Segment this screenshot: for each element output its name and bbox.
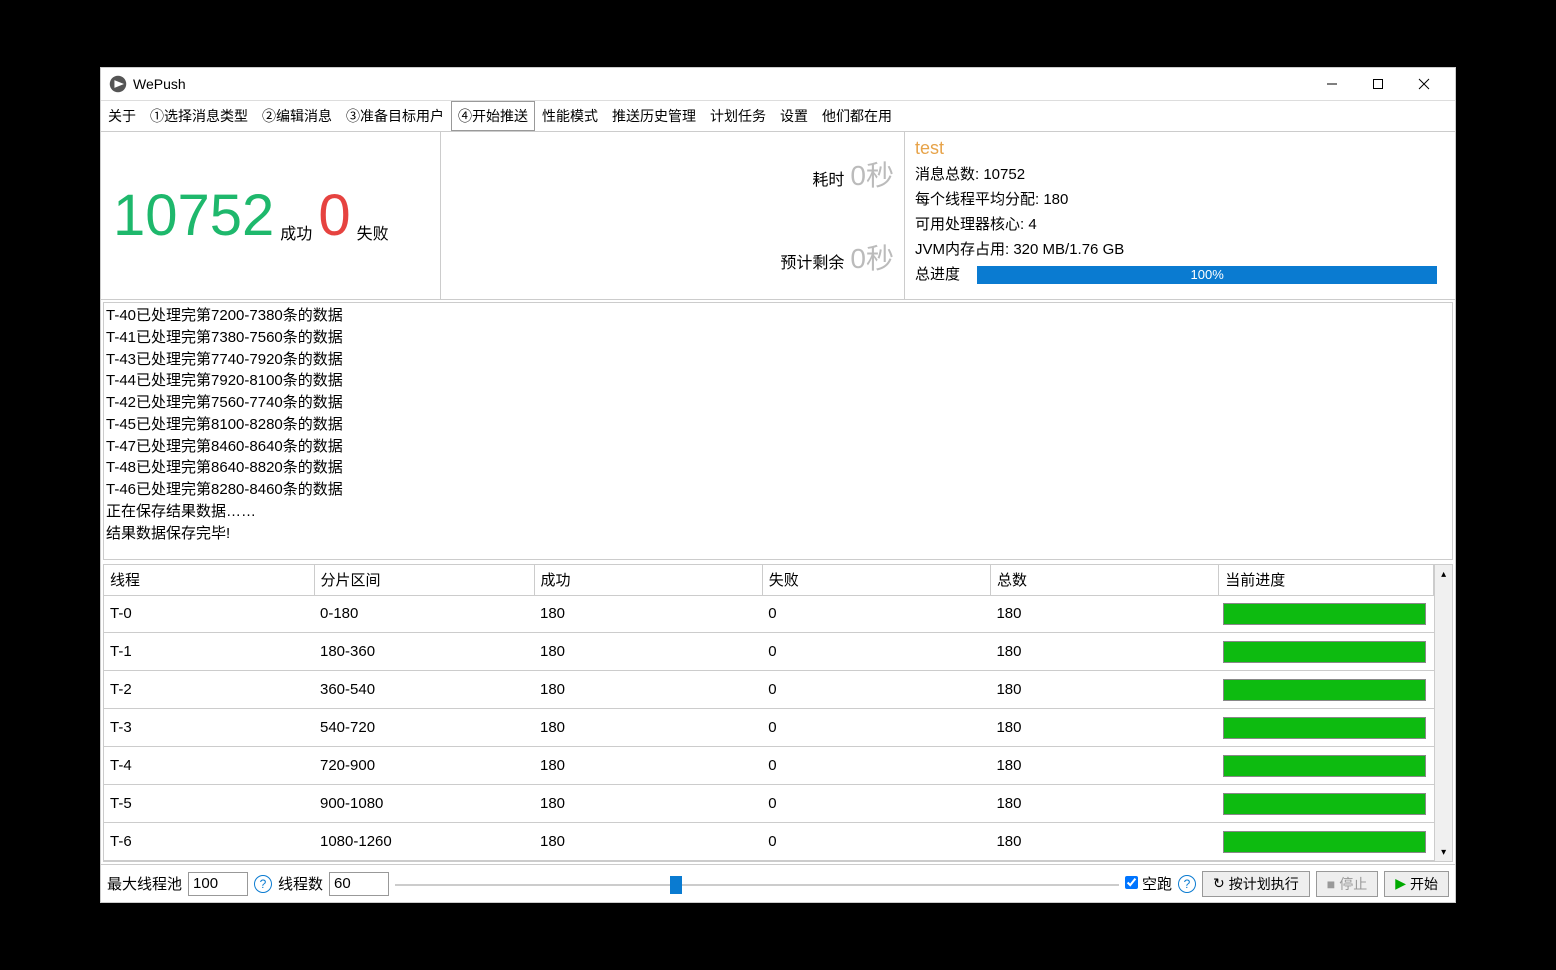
close-button[interactable] <box>1401 69 1447 99</box>
thread-count-label: 线程数 <box>278 873 323 894</box>
window-title: WePush <box>133 76 1309 92</box>
fail-count: 0 <box>318 182 350 249</box>
eta-value: 0秒 <box>850 237 894 277</box>
dry-run-label: 空跑 <box>1142 876 1172 893</box>
col-header[interactable]: 当前进度 <box>1219 565 1434 595</box>
scroll-up-button[interactable]: ▴ <box>1435 565 1452 583</box>
col-header[interactable]: 总数 <box>990 565 1218 595</box>
max-pool-input[interactable] <box>188 872 248 896</box>
tab-8[interactable]: 设置 <box>773 101 815 131</box>
row-progress-bar <box>1223 793 1426 815</box>
titlebar: WePush <box>101 68 1455 100</box>
tabbar: 关于①选择消息类型②编辑消息③准备目标用户④开始推送性能模式推送历史管理计划任务… <box>101 100 1455 131</box>
jvm-value: 320 MB/1.76 GB <box>1013 241 1124 258</box>
tab-6[interactable]: 推送历史管理 <box>605 101 703 131</box>
summary-panel: 10752 成功 0 失败 耗时 0秒 预计剩余 0秒 test 消息总数: 1… <box>101 132 1455 300</box>
max-pool-label: 最大线程池 <box>107 873 182 894</box>
row-progress-bar <box>1223 641 1426 663</box>
tab-2[interactable]: ②编辑消息 <box>255 101 339 131</box>
table-row[interactable]: T-61080-12601800180 <box>104 823 1434 861</box>
table-scrollbar[interactable]: ▴ ▾ <box>1434 565 1452 861</box>
thread-slider[interactable] <box>395 874 1119 894</box>
play-icon: ▶ <box>1395 875 1406 892</box>
app-window: WePush 关于①选择消息类型②编辑消息③准备目标用户④开始推送性能模式推送历… <box>100 67 1456 903</box>
table-row[interactable]: T-00-1801800180 <box>104 595 1434 633</box>
app-icon <box>109 75 127 93</box>
scroll-down-button[interactable]: ▾ <box>1435 843 1452 861</box>
stop-icon: ■ <box>1327 876 1335 892</box>
cpu-cores-value: 4 <box>1028 216 1036 233</box>
elapsed-label: 耗时 <box>812 166 844 190</box>
timing-panel: 耗时 0秒 预计剩余 0秒 <box>441 132 905 299</box>
log-output[interactable]: T-40已处理完第7200-7380条的数据 T-41已处理完第7380-756… <box>103 302 1453 560</box>
info-panel: test 消息总数: 10752 每个线程平均分配: 180 可用处理器核心: … <box>905 132 1455 299</box>
dry-run-checkbox[interactable]: 空跑 <box>1125 873 1172 894</box>
progress-label: 总进度 <box>915 263 973 284</box>
table-row[interactable]: T-3540-7201800180 <box>104 709 1434 747</box>
table-row[interactable]: T-2360-5401800180 <box>104 671 1434 709</box>
start-button[interactable]: ▶ 开始 <box>1384 871 1449 897</box>
table-row[interactable]: T-1180-3601800180 <box>104 633 1434 671</box>
counts-panel: 10752 成功 0 失败 <box>101 132 441 299</box>
col-header[interactable]: 成功 <box>534 565 762 595</box>
thread-table-wrap: 线程分片区间成功失败总数当前进度 T-00-1801800180T-1180-3… <box>103 564 1453 862</box>
dry-run-check[interactable] <box>1125 876 1138 889</box>
tab-1[interactable]: ①选择消息类型 <box>143 101 255 131</box>
row-progress-bar <box>1223 755 1426 777</box>
refresh-icon: ↻ <box>1213 875 1225 892</box>
max-pool-help-icon[interactable]: ? <box>254 875 272 893</box>
bottom-toolbar: 最大线程池 ? 线程数 空跑 ? ↻ 按计划执行 ■ 停止 <box>101 864 1455 902</box>
avg-alloc-value: 180 <box>1043 191 1068 208</box>
tab-9[interactable]: 他们都在用 <box>815 101 899 131</box>
total-progress-bar: 100% <box>977 266 1437 284</box>
dry-run-help-icon[interactable]: ? <box>1178 875 1196 893</box>
maximize-button[interactable] <box>1355 69 1401 99</box>
cpu-cores-label: 可用处理器核心: <box>915 216 1024 233</box>
elapsed-value: 0秒 <box>850 154 894 194</box>
schedule-button[interactable]: ↻ 按计划执行 <box>1202 871 1310 897</box>
eta-label: 预计剩余 <box>780 249 844 273</box>
window-controls <box>1309 69 1447 99</box>
avg-alloc-label: 每个线程平均分配: <box>915 191 1039 208</box>
row-progress-bar <box>1223 717 1426 739</box>
total-msg-value: 10752 <box>983 166 1025 183</box>
table-row[interactable]: T-4720-9001800180 <box>104 747 1434 785</box>
total-msg-label: 消息总数: <box>915 166 979 183</box>
tab-5[interactable]: 性能模式 <box>535 101 605 131</box>
col-header[interactable]: 分片区间 <box>314 565 534 595</box>
content-area: 10752 成功 0 失败 耗时 0秒 预计剩余 0秒 test 消息总数: 1… <box>101 131 1455 902</box>
minimize-button[interactable] <box>1309 69 1355 99</box>
row-progress-bar <box>1223 679 1426 701</box>
table-row[interactable]: T-5900-10801800180 <box>104 785 1434 823</box>
col-header[interactable]: 线程 <box>104 565 314 595</box>
col-header[interactable]: 失败 <box>762 565 990 595</box>
thread-table: 线程分片区间成功失败总数当前进度 T-00-1801800180T-1180-3… <box>104 565 1434 861</box>
tab-3[interactable]: ③准备目标用户 <box>339 101 451 131</box>
test-name: test <box>915 138 1445 159</box>
tab-0[interactable]: 关于 <box>101 101 143 131</box>
stop-button[interactable]: ■ 停止 <box>1316 871 1378 897</box>
tab-7[interactable]: 计划任务 <box>703 101 773 131</box>
success-count: 10752 <box>113 182 274 249</box>
success-label: 成功 <box>280 220 312 244</box>
row-progress-bar <box>1223 603 1426 625</box>
jvm-label: JVM内存占用: <box>915 241 1009 258</box>
row-progress-bar <box>1223 831 1426 853</box>
thread-count-input[interactable] <box>329 872 389 896</box>
fail-label: 失败 <box>357 220 389 244</box>
tab-4[interactable]: ④开始推送 <box>451 101 535 131</box>
